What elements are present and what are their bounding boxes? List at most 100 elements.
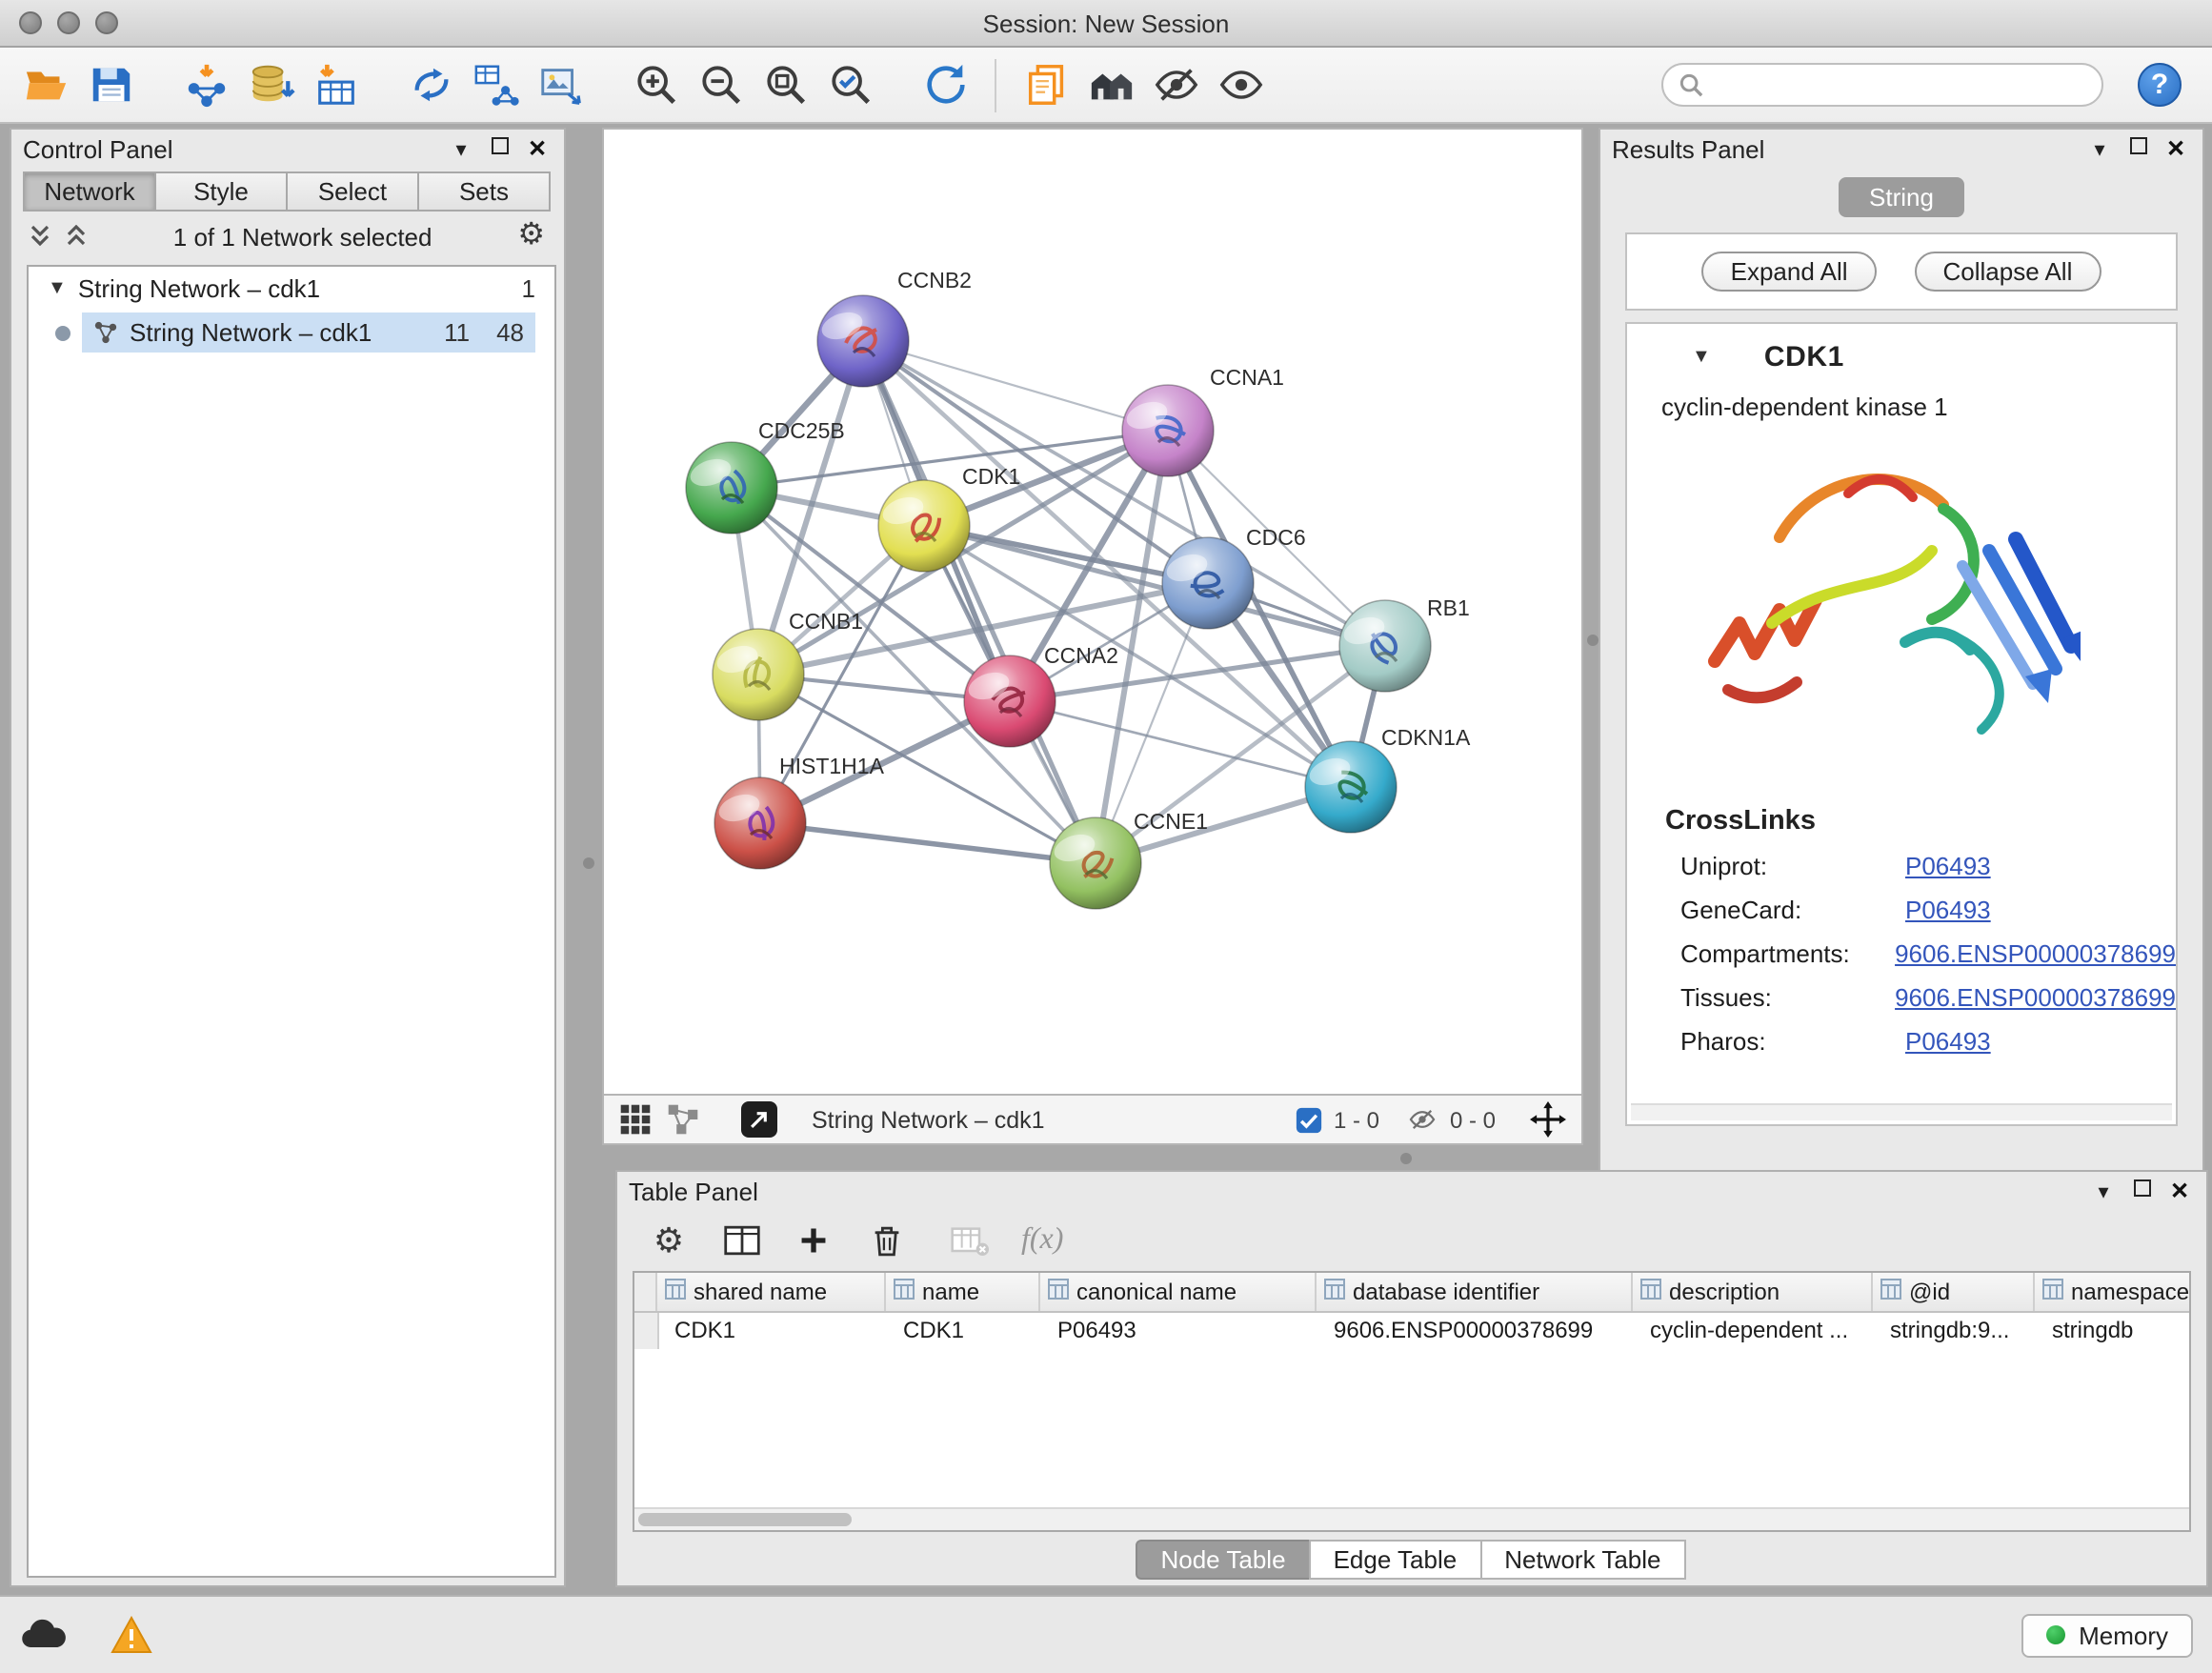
network-node-CCNA1[interactable] [1122, 385, 1214, 476]
network-node-RB1[interactable] [1339, 600, 1431, 692]
window-close-button[interactable] [19, 11, 42, 34]
cloud-status-button[interactable] [19, 1618, 69, 1652]
crosslink-uniprot-link[interactable]: P06493 [1905, 844, 1991, 888]
network-row-selected[interactable]: String Network – cdk1 11 48 [82, 312, 535, 353]
table-cell[interactable]: cyclin-dependent ... [1635, 1313, 1875, 1349]
pan-crosshair-icon[interactable] [1530, 1101, 1566, 1138]
panel-close-icon[interactable]: ✕ [522, 135, 553, 162]
collapse-all-button[interactable]: Collapse All [1915, 252, 2101, 292]
network-node-CDC6[interactable] [1162, 537, 1254, 629]
tab-sets[interactable]: Sets [417, 171, 551, 212]
table-cell[interactable]: 9606.ENSP00000378699 [1318, 1313, 1635, 1349]
refresh-button[interactable] [918, 58, 972, 111]
add-column-button[interactable] [793, 1219, 835, 1261]
zoom-fit-button[interactable] [758, 58, 812, 111]
tab-select[interactable]: Select [286, 171, 419, 212]
new-network-button[interactable] [404, 58, 457, 111]
table-row[interactable]: CDK1CDK1P064939606.ENSP00000378699cyclin… [634, 1313, 2189, 1349]
import-table-button[interactable] [309, 58, 362, 111]
tab-network-table[interactable]: Network Table [1479, 1539, 1685, 1579]
hide-selected-button[interactable] [1149, 58, 1202, 111]
table-cell[interactable]: CDK1 [888, 1313, 1042, 1349]
hidden-eye-slash-icon[interactable] [1406, 1105, 1438, 1134]
table-cell[interactable]: stringdb [2037, 1313, 2191, 1349]
export-image-button[interactable] [533, 58, 587, 111]
column-header-database-identifier[interactable]: database identifier [1317, 1273, 1633, 1311]
panel-menu-icon[interactable]: ▾ [446, 136, 476, 161]
detach-view-button[interactable] [741, 1101, 777, 1138]
protein-disclosure-icon[interactable]: ▼ [1692, 347, 1711, 368]
network-node-CDK1[interactable] [878, 480, 970, 572]
collapse-all-icon[interactable] [30, 225, 51, 248]
network-edge-HIST1H1A-CCNE1[interactable] [760, 823, 1096, 863]
panel-menu-icon[interactable]: ▾ [2088, 1179, 2119, 1203]
network-edge-CCNB2-CCNE1[interactable] [863, 341, 1096, 863]
show-all-button[interactable] [1214, 58, 1267, 111]
panel-close-icon[interactable]: ✕ [2164, 1178, 2195, 1204]
panel-float-icon[interactable] [2122, 137, 2153, 160]
scrollbar-thumb[interactable] [638, 1513, 852, 1526]
column-header-namespace[interactable]: namespace [2035, 1273, 2191, 1311]
tab-node-table[interactable]: Node Table [1136, 1539, 1310, 1579]
crosslink-tissues-link[interactable]: 9606.ENSP00000378699 [1895, 976, 2176, 1019]
selected-checkbox-icon[interactable] [1296, 1106, 1322, 1133]
warnings-button[interactable] [111, 1616, 152, 1654]
tab-network[interactable]: Network [23, 171, 156, 212]
save-session-button[interactable] [84, 58, 137, 111]
column-header--id[interactable]: @id [1873, 1273, 2035, 1311]
network-node-CCNB2[interactable] [817, 295, 909, 387]
help-button[interactable]: ? [2138, 63, 2182, 107]
panel-close-icon[interactable]: ✕ [2161, 135, 2191, 162]
network-node-CDC25B[interactable] [686, 442, 777, 534]
column-header-description[interactable]: description [1633, 1273, 1873, 1311]
network-node-CDKN1A[interactable] [1305, 741, 1397, 833]
table-settings-gear-icon[interactable]: ⚙ [648, 1219, 690, 1261]
right-splitter-handle[interactable] [1587, 635, 1599, 646]
tab-style[interactable]: Style [154, 171, 288, 212]
panel-float-icon[interactable] [2126, 1179, 2157, 1202]
network-node-HIST1H1A[interactable] [714, 777, 806, 869]
window-zoom-button[interactable] [95, 11, 118, 34]
network-node-CCNB1[interactable] [713, 629, 804, 720]
document-button[interactable] [1019, 58, 1073, 111]
column-header-name[interactable]: name [886, 1273, 1040, 1311]
home-button[interactable] [1084, 58, 1137, 111]
network-view[interactable]: CCNB2CCNA1CDC25BCDK1CDC6RB1CCNB1CCNA2CDK… [602, 128, 1583, 1096]
table-cell[interactable]: P06493 [1042, 1313, 1318, 1349]
tab-edge-table[interactable]: Edge Table [1309, 1539, 1482, 1579]
open-session-button[interactable] [19, 58, 72, 111]
tab-string[interactable]: String [1839, 177, 1964, 217]
crosslink-genecard-link[interactable]: P06493 [1905, 888, 1991, 932]
card-scrollbar[interactable] [1631, 1103, 2172, 1120]
delete-column-button[interactable] [865, 1219, 907, 1261]
zoom-selected-button[interactable] [823, 58, 876, 111]
network-row[interactable]: String Network – cdk1 11 48 [29, 311, 554, 354]
network-from-table-button[interactable] [469, 58, 522, 111]
memory-button[interactable]: Memory [2021, 1613, 2193, 1657]
zoom-in-button[interactable] [629, 58, 682, 111]
crosslink-compartments-link[interactable]: 9606.ENSP00000378699 [1895, 932, 2176, 976]
window-minimize-button[interactable] [57, 11, 80, 34]
zoom-out-button[interactable] [694, 58, 747, 111]
search-input[interactable] [1713, 70, 2086, 100]
bottom-splitter-handle[interactable] [1400, 1153, 1412, 1164]
panel-menu-icon[interactable]: ▾ [2084, 136, 2115, 161]
table-cell[interactable]: CDK1 [659, 1313, 888, 1349]
show-columns-button[interactable] [720, 1219, 762, 1261]
table-horizontal-scrollbar[interactable] [634, 1507, 2189, 1530]
network-overview-button[interactable] [667, 1103, 699, 1136]
network-node-CCNE1[interactable] [1050, 817, 1141, 909]
import-network-file-button[interactable] [179, 58, 232, 111]
import-network-database-button[interactable] [244, 58, 297, 111]
panel-float-icon[interactable] [484, 137, 514, 160]
expand-all-icon[interactable] [67, 225, 88, 248]
table-cell[interactable]: stringdb:9... [1875, 1313, 2037, 1349]
function-builder-button[interactable]: f(x) [1021, 1223, 1063, 1258]
expand-all-button[interactable]: Expand All [1702, 252, 1877, 292]
column-header-canonical-name[interactable]: canonical name [1040, 1273, 1317, 1311]
birdseye-toggle-button[interactable] [619, 1103, 652, 1136]
network-collection-row[interactable]: ▼ String Network – cdk1 1 [29, 267, 554, 311]
gear-icon[interactable]: ⚙ [517, 221, 545, 252]
disclosure-triangle-icon[interactable]: ▼ [48, 278, 67, 299]
left-splitter-handle[interactable] [583, 857, 594, 869]
